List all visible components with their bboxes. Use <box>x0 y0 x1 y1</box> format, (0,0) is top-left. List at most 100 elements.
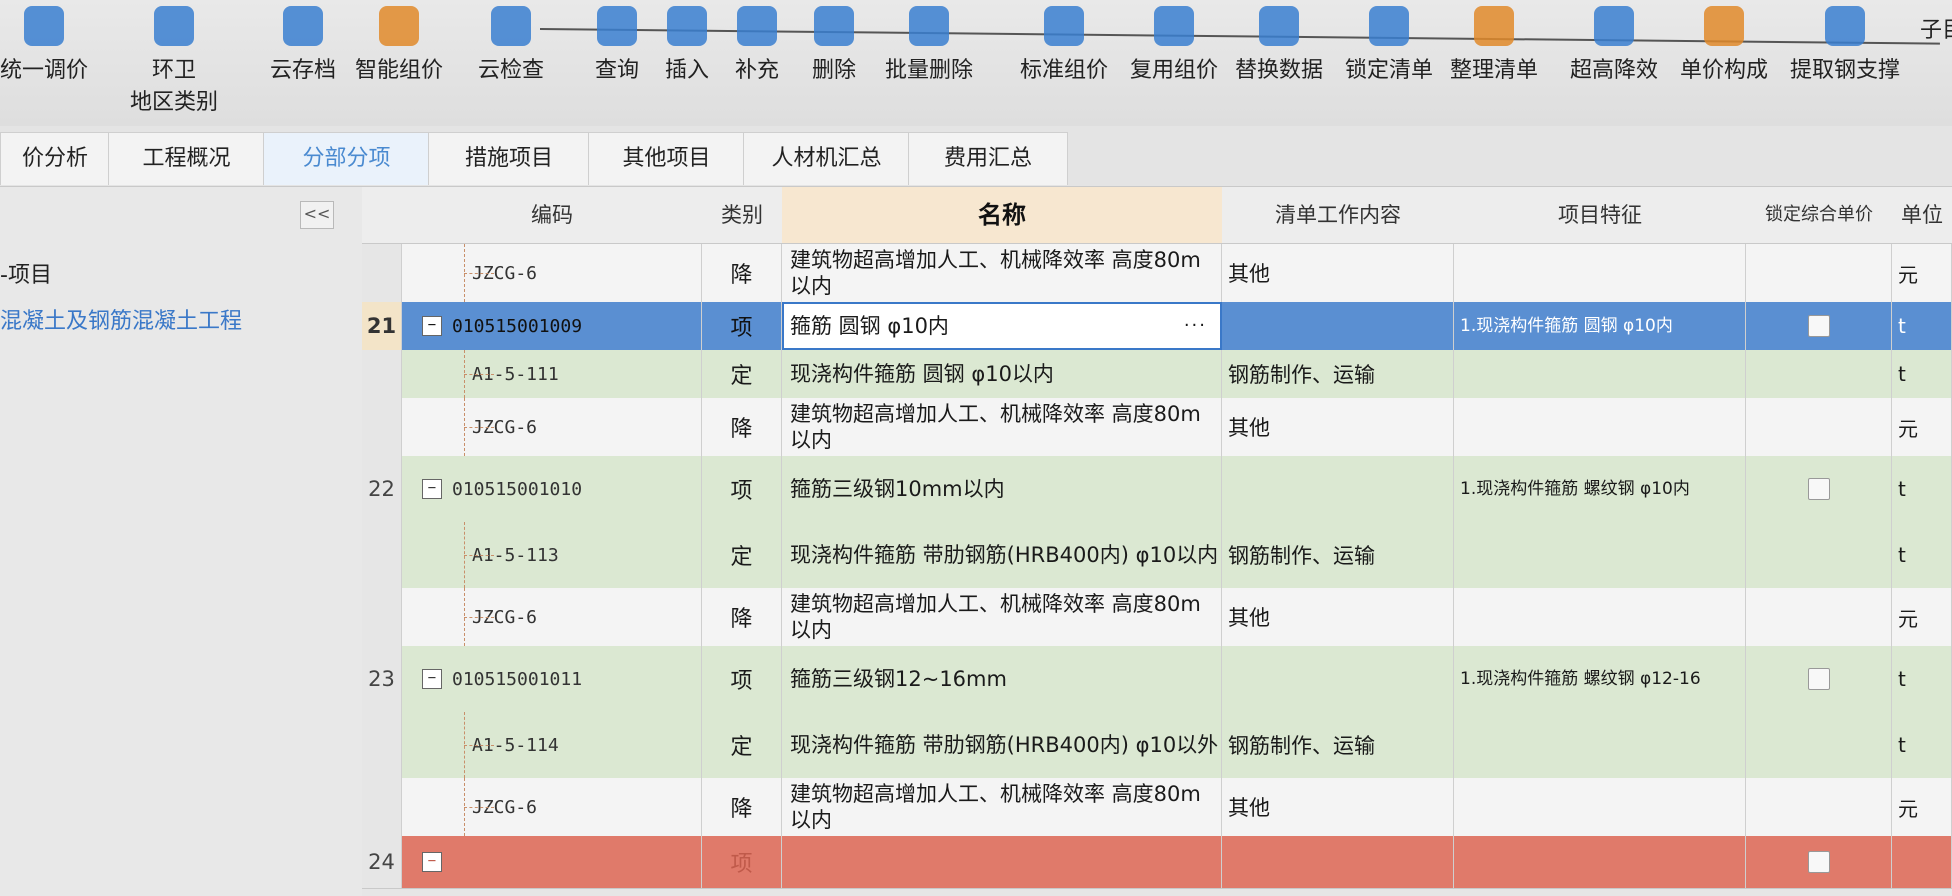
work-content-cell[interactable]: 其他 <box>1222 778 1454 836</box>
code-cell[interactable]: A1-5-113 <box>402 522 702 588</box>
lock-price-checkbox[interactable] <box>1807 478 1830 500</box>
toolbar-button-0[interactable]: 统一调价 <box>0 6 88 84</box>
table-row[interactable]: JZCG-6 降 建筑物超高增加人工、机械降效率 高度80m以内 其他 元 <box>362 244 1952 303</box>
tree-root-item[interactable]: -项目 <box>0 257 52 289</box>
code-cell[interactable]: A1-5-114 <box>402 712 702 778</box>
table-row[interactable]: JZCG-6 降 建筑物超高增加人工、机械降效率 高度80m以内 其他 元 <box>362 398 1952 457</box>
collapse-row-icon[interactable]: − <box>422 316 442 336</box>
name-cell[interactable]: 箍筋 圆钢 φ10内 ··· <box>782 302 1222 350</box>
tab-3[interactable]: 措施项目 <box>428 132 590 185</box>
type-cell[interactable]: 降 <box>702 588 782 646</box>
lock-price-cell[interactable] <box>1746 646 1892 712</box>
code-cell[interactable]: JZCG-6 <box>402 398 702 456</box>
lock-price-cell[interactable] <box>1746 712 1892 778</box>
toolbar-button-18[interactable]: 子目 <box>1920 6 1952 44</box>
work-content-cell[interactable] <box>1222 646 1454 712</box>
work-content-cell[interactable] <box>1222 836 1454 888</box>
work-content-cell[interactable] <box>1222 302 1454 350</box>
unit-cell[interactable] <box>1892 836 1952 888</box>
header-name[interactable]: 名称 <box>782 187 1223 244</box>
unit-cell[interactable]: t <box>1892 456 1952 522</box>
type-cell[interactable]: 定 <box>702 350 782 398</box>
name-cell[interactable]: 现浇构件箍筋 带肋钢筋(HRB400内) φ10以外 <box>782 712 1222 778</box>
table-row[interactable]: A1-5-113 定 现浇构件箍筋 带肋钢筋(HRB400内) φ10以内 钢筋制作、… <box>362 522 1952 589</box>
work-content-cell[interactable]: 钢筋制作、运输 <box>1222 350 1454 398</box>
toolbar-button-13[interactable]: 锁定清单 <box>1345 6 1433 84</box>
header-type[interactable]: 类别 <box>702 187 783 244</box>
header-unit[interactable]: 单位 <box>1892 187 1952 244</box>
name-cell[interactable]: 现浇构件箍筋 圆钢 φ10以内 <box>782 350 1222 398</box>
toolbar-button-6[interactable]: 插入 <box>665 6 709 84</box>
table-row[interactable]: 21−010515001009 项箍筋 圆钢 φ10内 ··· 1.现浇构件箍筋 圆钢… <box>362 302 1952 351</box>
type-cell[interactable]: 降 <box>702 398 782 456</box>
type-cell[interactable]: 项 <box>702 646 782 712</box>
more-icon[interactable]: ··· <box>1184 313 1207 339</box>
type-cell[interactable]: 定 <box>702 712 782 778</box>
unit-cell[interactable]: t <box>1892 522 1952 588</box>
code-cell[interactable]: −010515001010 <box>402 456 702 522</box>
lock-price-cell[interactable] <box>1746 398 1892 456</box>
table-row[interactable]: 22 −010515001010 项 箍筋三级钢10mm以内 1.现浇构件箍筋 螺纹钢 … <box>362 456 1952 523</box>
type-cell[interactable]: 项 <box>702 456 782 522</box>
unit-cell[interactable]: 元 <box>1892 588 1952 646</box>
toolbar-button-4[interactable]: 云检查 <box>478 6 544 84</box>
toolbar-button-17[interactable]: 提取钢支撑 <box>1790 6 1900 84</box>
lock-price-checkbox[interactable] <box>1807 851 1830 873</box>
type-cell[interactable]: 项 <box>702 836 782 888</box>
toolbar-button-14[interactable]: 整理清单 <box>1450 6 1538 84</box>
tab-0[interactable]: 价分析 <box>0 132 110 185</box>
lock-price-cell[interactable] <box>1746 244 1892 302</box>
lock-price-cell[interactable] <box>1746 302 1892 350</box>
toolbar-button-16[interactable]: 单价构成 <box>1680 6 1768 84</box>
code-cell[interactable]: JZCG-6 <box>402 778 702 836</box>
collapse-row-icon[interactable]: − <box>422 479 442 499</box>
work-content-cell[interactable]: 钢筋制作、运输 <box>1222 712 1454 778</box>
lock-price-cell[interactable] <box>1746 522 1892 588</box>
feature-cell[interactable] <box>1454 836 1746 888</box>
name-cell[interactable]: 建筑物超高增加人工、机械降效率 高度80m以内 <box>782 398 1222 456</box>
toolbar-button-8[interactable]: 删除 <box>812 6 856 84</box>
type-cell[interactable]: 定 <box>702 522 782 588</box>
name-cell[interactable]: 箍筋三级钢12~16mm <box>782 646 1222 712</box>
lock-price-cell[interactable] <box>1746 588 1892 646</box>
toolbar-button-10[interactable]: 标准组价 <box>1020 6 1108 84</box>
feature-cell[interactable] <box>1454 588 1746 646</box>
name-cell[interactable] <box>782 836 1222 888</box>
toolbar-button-1[interactable]: 环卫 地区类别 <box>130 6 218 116</box>
name-cell[interactable]: 建筑物超高增加人工、机械降效率 高度80m以内 <box>782 588 1222 646</box>
feature-cell[interactable] <box>1454 398 1746 456</box>
code-cell[interactable]: −010515001011 <box>402 646 702 712</box>
tab-5[interactable]: 人材机汇总 <box>743 132 910 185</box>
code-cell[interactable]: −010515001009 <box>402 302 702 350</box>
header-code[interactable]: 编码 <box>402 187 703 244</box>
header-feature[interactable]: 项目特征 <box>1454 187 1747 244</box>
feature-cell[interactable] <box>1454 522 1746 588</box>
type-cell[interactable]: 项 <box>702 302 782 350</box>
name-cell[interactable]: 现浇构件箍筋 带肋钢筋(HRB400内) φ10以内 <box>782 522 1222 588</box>
unit-cell[interactable]: 元 <box>1892 778 1952 836</box>
type-cell[interactable]: 降 <box>702 244 782 302</box>
feature-cell[interactable]: 1.现浇构件箍筋 螺纹钢 φ12-16 <box>1454 646 1746 712</box>
unit-cell[interactable]: t <box>1892 646 1952 712</box>
lock-price-cell[interactable] <box>1746 836 1892 888</box>
lock-price-checkbox[interactable] <box>1807 315 1830 337</box>
tab-2[interactable]: 分部分项 <box>263 132 430 185</box>
header-work-content[interactable]: 清单工作内容 <box>1222 187 1455 244</box>
lock-price-cell[interactable] <box>1746 350 1892 398</box>
unit-cell[interactable]: 元 <box>1892 398 1952 456</box>
header-lock-price[interactable]: 锁定综合单价 <box>1746 187 1893 244</box>
unit-cell[interactable]: t <box>1892 350 1952 398</box>
work-content-cell[interactable]: 其他 <box>1222 588 1454 646</box>
toolbar-button-2[interactable]: 云存档 <box>270 6 336 84</box>
type-cell[interactable]: 降 <box>702 778 782 836</box>
unit-cell[interactable]: 元 <box>1892 244 1952 302</box>
code-cell[interactable]: A1-5-111 <box>402 350 702 398</box>
tab-4[interactable]: 其他项目 <box>588 132 745 185</box>
feature-cell[interactable] <box>1454 712 1746 778</box>
work-content-cell[interactable]: 其他 <box>1222 398 1454 456</box>
name-cell[interactable]: 建筑物超高增加人工、机械降效率 高度80m以内 <box>782 778 1222 836</box>
lock-price-checkbox[interactable] <box>1807 668 1830 690</box>
feature-cell[interactable]: 1.现浇构件箍筋 螺纹钢 φ10内 <box>1454 456 1746 522</box>
code-cell[interactable]: JZCG-6 <box>402 244 702 302</box>
tree-item-concrete[interactable]: 混凝土及钢筋混凝土工程 <box>0 303 242 335</box>
